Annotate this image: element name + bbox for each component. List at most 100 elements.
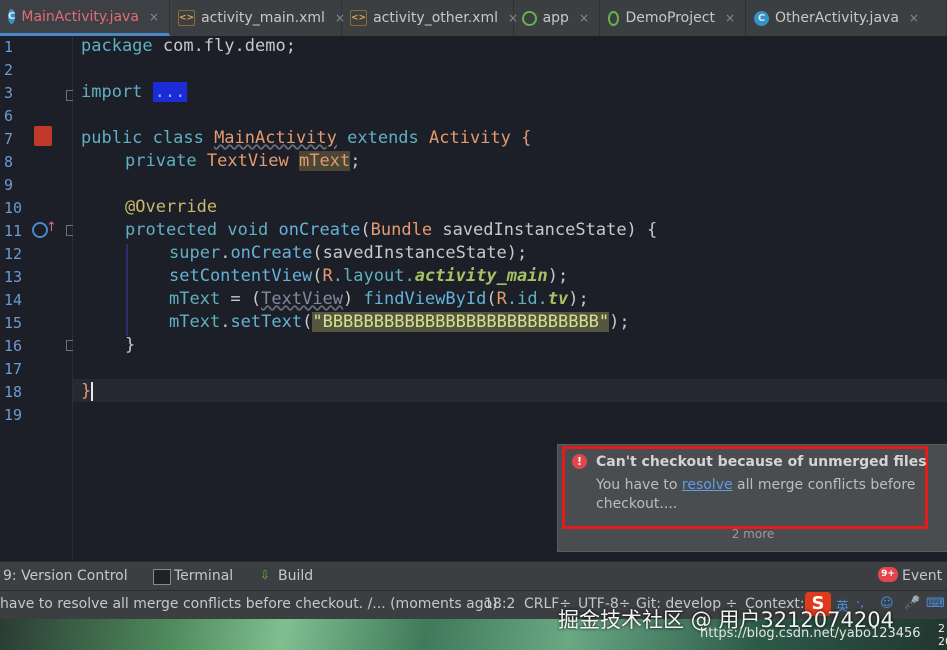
line-number: 2 (4, 61, 14, 79)
r-class: R (496, 289, 507, 309)
redundant-cast: TextView (261, 289, 344, 309)
line-number: 11 (4, 222, 23, 240)
event-log-button[interactable]: Event L (902, 568, 947, 584)
keyword: protected void (125, 220, 279, 240)
folded-imports[interactable]: ... (152, 82, 188, 102)
version-control-button[interactable]: 9: Version Control (3, 568, 128, 584)
close: ); (609, 312, 630, 332)
line-number: 8 (4, 153, 14, 171)
line-number: 15 (4, 314, 23, 332)
code-line-8: private TextView mText; (125, 151, 360, 171)
notification-text: You have to (596, 477, 682, 493)
editor-tab-bar: C MainActivity.java × <> activity_main.x… (0, 0, 947, 37)
line-number: 6 (4, 107, 14, 125)
paren: ) (343, 289, 364, 309)
dot: . (220, 243, 231, 263)
java-class-icon: C (8, 9, 16, 24)
close-icon[interactable]: × (909, 11, 919, 25)
close-icon[interactable]: × (149, 10, 159, 24)
notification-body: You have to resolve all merge conflicts … (596, 476, 916, 514)
line-number: 3 (4, 84, 14, 102)
method-call: setText (230, 312, 303, 332)
keyword: public class (81, 128, 215, 148)
resource-name: tv (547, 289, 569, 309)
string-literal: "BBBBBBBBBBBBBBBBBBBBBBBBBBB" (312, 312, 610, 332)
terminal-button[interactable]: Terminal (174, 568, 233, 584)
code-line-10: @Override (125, 197, 217, 217)
indent-guide (126, 244, 128, 336)
line-number: 9 (4, 176, 14, 194)
current-line-highlight (73, 379, 947, 402)
keyword: import (81, 82, 143, 102)
watermark-url: https://blog.csdn.net/yabo123456 (700, 626, 921, 641)
close: ); (568, 289, 589, 309)
text-cursor (91, 381, 94, 401)
tab-label: activity_main.xml (201, 10, 325, 26)
android-activity-gutter-icon[interactable] (34, 126, 52, 146)
tab-activity-other-xml[interactable]: <> activity_other.xml × (342, 0, 518, 36)
xml-file-icon: <> (178, 10, 196, 26)
event-count-badge: 9+ (878, 567, 898, 582)
notification-title: Can't checkout because of unmerged files (596, 454, 927, 470)
brace: } (125, 335, 136, 355)
tab-label: activity_other.xml (373, 10, 498, 26)
line-number: 17 (4, 360, 23, 378)
paren: ( (312, 266, 323, 286)
taskbar-clock: 2 20 (938, 622, 947, 648)
line-number: 10 (4, 199, 23, 217)
code-line-15: mText.setText("BBBBBBBBBBBBBBBBBBBBBBBBB… (169, 312, 630, 332)
tab-demoproject[interactable]: DemoProject × (600, 0, 746, 36)
paren: ( (302, 312, 313, 332)
tab-activity-main-xml[interactable]: <> activity_main.xml × (170, 0, 345, 36)
code-line-11: protected void onCreate(Bundle savedInst… (125, 220, 657, 240)
tab-app[interactable]: app × (514, 0, 600, 36)
line-number: 1 (4, 38, 14, 56)
tab-otheractivity-java[interactable]: C OtherActivity.java × (746, 0, 947, 36)
close-icon[interactable]: × (579, 11, 589, 25)
editor-gutter[interactable]: 1 2 3 6 7 8 9 10 11 12 13 14 15 16 17 18… (0, 36, 77, 560)
line-number: 7 (4, 130, 14, 148)
tab-label: app (542, 10, 569, 26)
type: Bundle (370, 220, 433, 240)
line-number: 14 (4, 291, 23, 309)
annotation: @Override (125, 197, 218, 217)
tab-label: DemoProject (625, 10, 715, 26)
package-name: com.fly.demo; (152, 36, 296, 56)
caret-position[interactable]: 18:2 (484, 596, 515, 612)
build-button[interactable]: Build (278, 568, 313, 584)
paren: ( (486, 289, 497, 309)
override-arrow-icon: ↑ (46, 220, 57, 235)
build-icon: ⇩ (260, 568, 271, 582)
resource-type: .id. (506, 289, 548, 309)
r-class: R (322, 266, 333, 286)
code-line-14: mText = (TextView) findViewById(R.id.tv)… (169, 289, 589, 309)
resolve-link[interactable]: resolve (682, 477, 733, 493)
code-line-18: } (81, 381, 94, 401)
line-number: 19 (4, 406, 23, 424)
keyword: package (81, 36, 153, 56)
line-number: 18 (4, 383, 23, 401)
java-class-icon: C (754, 10, 769, 26)
ime-keyboard[interactable]: ⌨ (926, 596, 945, 611)
method-call: findViewById (363, 289, 487, 309)
module-icon (522, 10, 537, 26)
error-icon: ! (572, 454, 587, 469)
line-number: 13 (4, 268, 23, 286)
status-message[interactable]: have to resolve all merge conflicts befo… (0, 596, 498, 612)
keyword: super (169, 243, 221, 263)
keyword: extends (336, 128, 430, 148)
params: savedInstanceState) { (432, 220, 658, 240)
module-icon (608, 10, 620, 26)
tab-mainactivity-java[interactable]: C MainActivity.java × (0, 0, 170, 36)
close-icon[interactable]: × (725, 11, 735, 25)
method-call: onCreate (230, 243, 313, 263)
code-line-13: setContentView(R.layout.activity_main); (169, 266, 568, 286)
field-name: mText (299, 151, 351, 171)
code-line-12: super.onCreate(savedInstanceState); (169, 243, 527, 263)
keyword: private (125, 151, 207, 171)
dot: . (220, 312, 231, 332)
superclass: Activity { (429, 128, 532, 148)
more-notifications-link[interactable]: 2 more (558, 527, 947, 541)
variable: mText (169, 312, 221, 332)
ime-mic[interactable]: 🎤 (904, 596, 920, 611)
